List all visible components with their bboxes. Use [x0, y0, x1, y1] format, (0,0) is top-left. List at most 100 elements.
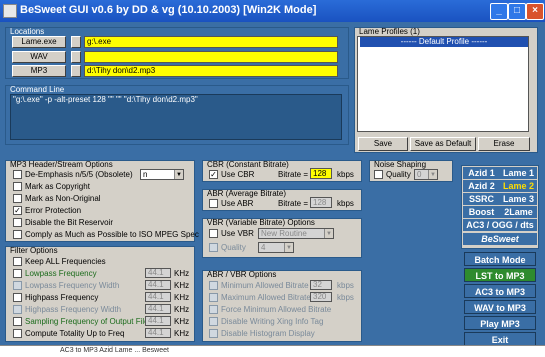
ac3-ogg-dts-button[interactable]: AC3 / OGG / dts: [463, 219, 537, 231]
error-protection-checkbox[interactable]: ✓: [13, 206, 22, 215]
cbr-bitrate-input[interactable]: 128: [310, 168, 332, 179]
azid1-button[interactable]: Azid 1: [463, 167, 500, 179]
lowpass-width-input[interactable]: 44.1: [145, 280, 171, 290]
profile-item-default[interactable]: ------ Default Profile ------: [360, 37, 528, 47]
chevron-down-icon: ▼: [174, 170, 183, 179]
chevron-down-icon: ▼: [284, 243, 293, 252]
use-vbr-label: Use VBR: [221, 229, 254, 238]
force-min-bitrate-label: Force Minimum Allowed Bitrate: [221, 305, 332, 314]
bit-reservoir-checkbox[interactable]: [13, 218, 22, 227]
vbr-quality-checkbox[interactable]: [209, 243, 218, 252]
sampling-freq-unit: KHz: [174, 317, 190, 326]
ac3-to-mp3-button[interactable]: AC3 to MP3: [464, 284, 536, 298]
compute-totality-unit: KHz: [174, 329, 190, 338]
sampling-freq-checkbox[interactable]: [13, 317, 22, 326]
highpass-width-unit: KHz: [174, 305, 190, 314]
force-min-bitrate-checkbox[interactable]: [209, 305, 218, 314]
taskbar: AC3 to MP3 Azid Lame ... Besweet: [0, 345, 545, 357]
disable-histogram-checkbox[interactable]: [209, 329, 218, 338]
noise-quality-value: 0: [417, 170, 422, 179]
keep-all-freq-checkbox[interactable]: [13, 257, 22, 266]
compute-totality-input[interactable]: 44.1: [145, 328, 171, 338]
abr-bitrate-label: Bitrate =: [278, 199, 309, 208]
lame3-button[interactable]: Lame 3: [500, 193, 537, 205]
profile-save-default-button[interactable]: Save as Default: [410, 137, 476, 151]
title-bar[interactable]: BeSweet GUI v0.6 by DD & vg (10.10.2003)…: [0, 0, 545, 22]
mp3-folder-button[interactable]: [71, 65, 81, 77]
deemphasis-checkbox[interactable]: [13, 170, 22, 179]
use-cbr-label: Use CBR: [221, 170, 255, 179]
profile-save-button[interactable]: Save: [358, 137, 408, 151]
copyright-label: Mark as Copyright: [25, 182, 90, 191]
highpass-width-input[interactable]: 44.1: [145, 304, 171, 314]
profile-erase-button[interactable]: Erase: [478, 137, 530, 151]
disable-xing-checkbox[interactable]: [209, 317, 218, 326]
lame-exe-path-field[interactable]: g:\.exe: [84, 36, 338, 48]
highpass-checkbox[interactable]: [13, 293, 22, 302]
max-bitrate-input[interactable]: 320: [310, 292, 332, 302]
lame-profiles-list[interactable]: ------ Default Profile ------: [357, 36, 529, 132]
maximize-button[interactable]: □: [508, 3, 526, 20]
wav-path-field[interactable]: [84, 51, 338, 63]
noise-quality-checkbox[interactable]: [374, 170, 383, 179]
minimize-button[interactable]: _: [490, 3, 508, 20]
wav-button[interactable]: WAV: [12, 51, 66, 63]
min-bitrate-checkbox[interactable]: [209, 281, 218, 290]
compute-totality-label: Compute Totality Up to Freq: [25, 329, 125, 338]
non-original-checkbox[interactable]: [13, 194, 22, 203]
non-original-label: Mark as Non-Original: [25, 194, 101, 203]
keep-all-freq-label: Keep ALL Frequencies: [25, 257, 106, 266]
locations-title: Locations: [10, 27, 45, 36]
lst-to-mp3-button[interactable]: LST to MP3: [464, 268, 536, 282]
taskbar-text: AC3 to MP3 Azid Lame ... Besweet: [60, 347, 169, 354]
mp3-button[interactable]: MP3: [12, 65, 66, 77]
batch-mode-button[interactable]: Batch Mode: [464, 252, 536, 266]
lame-exe-folder-button[interactable]: [71, 36, 81, 48]
lame1-button[interactable]: Lame 1: [500, 167, 537, 179]
min-bitrate-label: Minimum Allowed Bitrate: [221, 281, 309, 290]
lowpass-checkbox[interactable]: [13, 269, 22, 278]
besweet-button[interactable]: BeSweet: [463, 233, 537, 245]
play-mp3-button[interactable]: Play MP3: [464, 316, 536, 330]
vbr-quality-label: Quality: [221, 243, 246, 252]
lame-exe-button[interactable]: Lame.exe: [12, 36, 66, 48]
lame-profiles-title: Lame Profiles (1): [359, 27, 420, 36]
min-bitrate-unit: kbps: [337, 281, 354, 290]
vbr-routine-value: New Routine: [261, 229, 307, 238]
command-line-title: Command Line: [10, 85, 65, 94]
compute-totality-checkbox[interactable]: [13, 329, 22, 338]
abr-bitrate-input[interactable]: 128: [310, 197, 332, 208]
min-bitrate-input[interactable]: 32: [310, 280, 332, 290]
bit-reservoir-label: Disable the Bit Reservoir: [25, 218, 114, 227]
lame2-button[interactable]: Lame 2: [500, 180, 537, 192]
noise-quality-label: Quality: [386, 170, 411, 179]
lowpass-unit: KHz: [174, 269, 190, 278]
ssrc-button[interactable]: SSRC: [463, 193, 500, 205]
close-button[interactable]: ×: [526, 3, 544, 20]
sampling-freq-input[interactable]: 44.1: [145, 316, 171, 326]
iso-comply-checkbox[interactable]: [13, 230, 22, 239]
wav-folder-button[interactable]: [71, 51, 81, 63]
vbr-routine-select[interactable]: New Routine ▼: [258, 228, 334, 239]
copyright-checkbox[interactable]: [13, 182, 22, 191]
abr-unit: kbps: [337, 199, 354, 208]
use-abr-checkbox[interactable]: [209, 199, 218, 208]
lowpass-input[interactable]: 44.1: [145, 268, 171, 278]
2lame-button[interactable]: 2Lame: [500, 206, 537, 218]
wav-to-mp3-button[interactable]: WAV to MP3: [464, 300, 536, 314]
lowpass-width-checkbox[interactable]: [13, 281, 22, 290]
max-bitrate-checkbox[interactable]: [209, 293, 218, 302]
exit-button[interactable]: Exit: [464, 332, 536, 346]
use-cbr-checkbox[interactable]: ✓: [209, 170, 218, 179]
azid2-button[interactable]: Azid 2: [463, 180, 500, 192]
mp3-path-field[interactable]: d:\Tihy don\d2.mp3: [84, 65, 338, 77]
highpass-width-checkbox[interactable]: [13, 305, 22, 314]
highpass-input[interactable]: 44.1: [145, 292, 171, 302]
boost-button[interactable]: Boost: [463, 206, 500, 218]
noise-quality-select[interactable]: 0 ▼: [414, 169, 438, 180]
vbr-quality-select[interactable]: 4 ▼: [258, 242, 294, 253]
use-vbr-checkbox[interactable]: [209, 229, 218, 238]
deemphasis-select[interactable]: n ▼: [140, 169, 184, 180]
cbr-bitrate-label: Bitrate =: [278, 170, 309, 179]
command-line-text[interactable]: "g:\.exe" -p -alt-preset 128 "" "" "d:\T…: [10, 94, 342, 140]
